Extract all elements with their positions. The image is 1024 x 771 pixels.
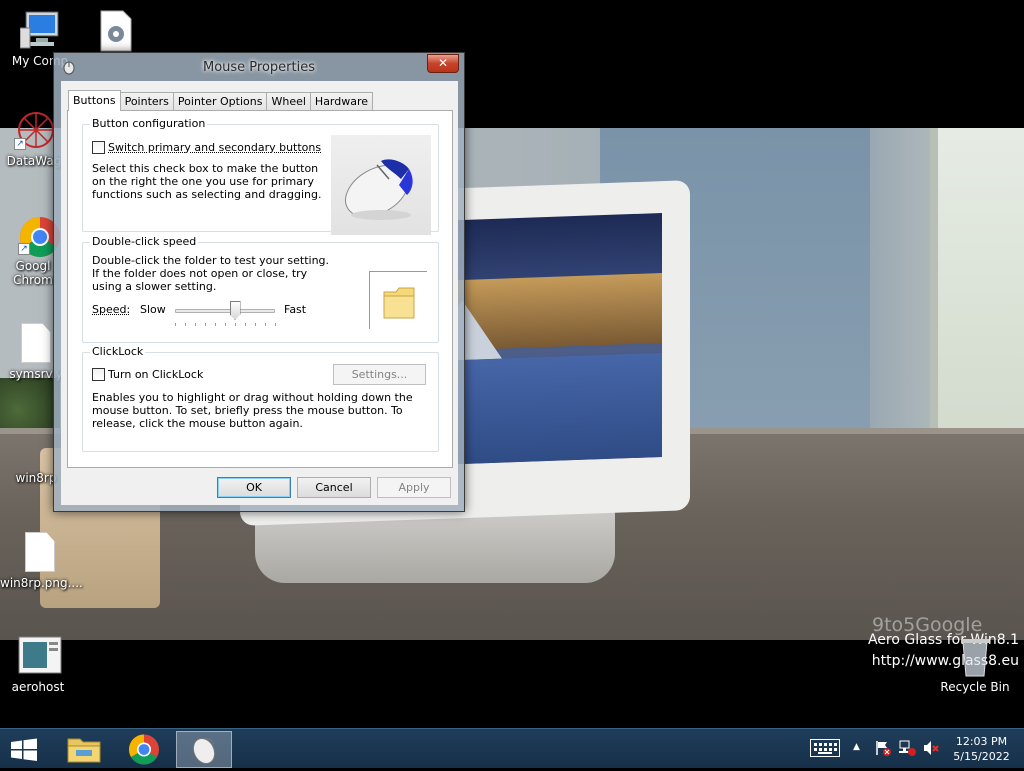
chrome-icon: ↗	[18, 215, 60, 257]
slider-tick	[245, 323, 246, 326]
slider-tick	[255, 323, 256, 326]
dialog-client: Buttons Pointers Pointer Options Wheel H…	[61, 81, 458, 505]
clicklock-settings-button[interactable]: Settings...	[333, 364, 426, 385]
speed-label: Speed:	[92, 303, 131, 316]
tab-buttons[interactable]: Buttons	[68, 90, 121, 111]
desktop-icon-label: win8rp.png....	[0, 576, 83, 590]
slider-tick	[195, 323, 196, 326]
group-double-click-speed: Double-click speed Double-click the fold…	[82, 235, 439, 343]
group-button-configuration: Button configuration Switch primary and …	[82, 117, 439, 235]
windows-logo-icon	[11, 738, 37, 761]
switch-buttons-checkbox[interactable]	[92, 141, 105, 154]
clicklock-description: Enables you to highlight or drag without…	[92, 391, 413, 430]
mouse-properties-dialog: Mouse Properties ✕ Buttons Pointers Poin…	[53, 52, 465, 512]
touch-keyboard-icon[interactable]	[810, 739, 840, 757]
apply-button[interactable]: Apply	[377, 477, 451, 498]
file-icon	[16, 323, 56, 363]
ok-button[interactable]: OK	[217, 477, 291, 498]
slider-tick	[265, 323, 266, 326]
desktop-icon-win8rp-png[interactable]: win8rp.png....	[0, 532, 83, 590]
mouse-icon	[192, 737, 216, 765]
desktop-icon-aerohost[interactable]: aerohost	[0, 636, 78, 694]
tab-wheel[interactable]: Wheel	[266, 92, 311, 111]
dialog-titlebar[interactable]: Mouse Properties ✕	[54, 53, 464, 81]
window-app-icon	[18, 636, 62, 676]
file-icon	[20, 532, 60, 572]
folder-icon	[16, 427, 56, 467]
tab-hardware[interactable]: Hardware	[309, 92, 374, 111]
double-click-speed-slider-thumb[interactable]	[229, 301, 241, 320]
slow-label: Slow	[140, 303, 166, 316]
chrome-icon	[128, 734, 159, 765]
slider-tick	[275, 323, 276, 326]
double-click-speed-slider-track[interactable]	[175, 309, 275, 313]
datawag-icon: ↗	[14, 110, 54, 150]
clicklock-checkbox[interactable]	[92, 368, 105, 381]
group-label: ClickLock	[90, 345, 146, 358]
group-label: Double-click speed	[90, 235, 199, 248]
clicklock-label[interactable]: Turn on ClickLock	[108, 368, 203, 381]
desktop-icon-recycle-bin[interactable]: Recycle Bin	[935, 636, 1015, 694]
recycle-bin-icon	[955, 636, 995, 677]
desktop-icon-label: aerohost	[11, 680, 65, 694]
clock-time: 12:03 PM	[955, 735, 1008, 748]
folder-icon	[383, 287, 415, 319]
desktop-icon-label: Recycle Bin	[940, 680, 1010, 694]
slider-tick	[225, 323, 226, 326]
dialog-title: Mouse Properties	[202, 60, 315, 75]
desktop-icon-settings-file[interactable]	[78, 10, 154, 54]
cancel-button[interactable]: Cancel	[297, 477, 371, 498]
network-icon[interactable]	[898, 739, 916, 757]
action-center-flag-icon[interactable]	[874, 739, 892, 757]
slider-tick	[215, 323, 216, 326]
slider-tick	[175, 323, 176, 326]
clock-date: 5/15/2022	[953, 750, 1010, 763]
taskbar-clock[interactable]: 12:03 PM 5/15/2022	[944, 734, 1019, 764]
tab-pointer-options[interactable]: Pointer Options	[172, 92, 268, 111]
tab-strip: Buttons Pointers Pointer Options Wheel H…	[68, 90, 374, 111]
file-explorer-icon	[67, 738, 101, 763]
slider-tick	[235, 323, 236, 326]
close-button[interactable]: ✕	[427, 54, 459, 73]
tab-pointers[interactable]: Pointers	[119, 92, 174, 111]
gear-file-icon	[96, 10, 136, 52]
slider-tick	[185, 323, 186, 326]
volume-muted-icon[interactable]	[922, 739, 940, 757]
computer-icon	[19, 10, 60, 50]
double-click-description: Double-click the folder to test your set…	[92, 254, 330, 293]
shortcut-arrow-icon: ↗	[14, 138, 26, 150]
fast-label: Fast	[284, 303, 307, 316]
taskbar-file-explorer[interactable]	[56, 731, 112, 768]
test-folder[interactable]	[369, 271, 427, 329]
taskbar: ▲ 12:03 PM 5/15/2022	[0, 728, 1024, 768]
shortcut-arrow-icon: ↗	[18, 243, 30, 255]
taskbar-chrome[interactable]	[116, 731, 172, 768]
taskbar-mouse-properties[interactable]	[176, 731, 232, 768]
start-button[interactable]	[0, 731, 48, 768]
group-label: Button configuration	[90, 117, 208, 130]
tab-panel-buttons: Button configuration Switch primary and …	[67, 110, 453, 468]
show-hidden-icons-chevron-icon[interactable]: ▲	[853, 742, 861, 752]
slider-tick	[205, 323, 206, 326]
group-clicklock: ClickLock Turn on ClickLock Settings... …	[82, 345, 439, 452]
switch-buttons-label[interactable]: Switch primary and secondary buttons	[108, 141, 321, 154]
button-config-description: Select this check box to make the button…	[92, 162, 322, 201]
mouse-illustration	[331, 135, 431, 235]
